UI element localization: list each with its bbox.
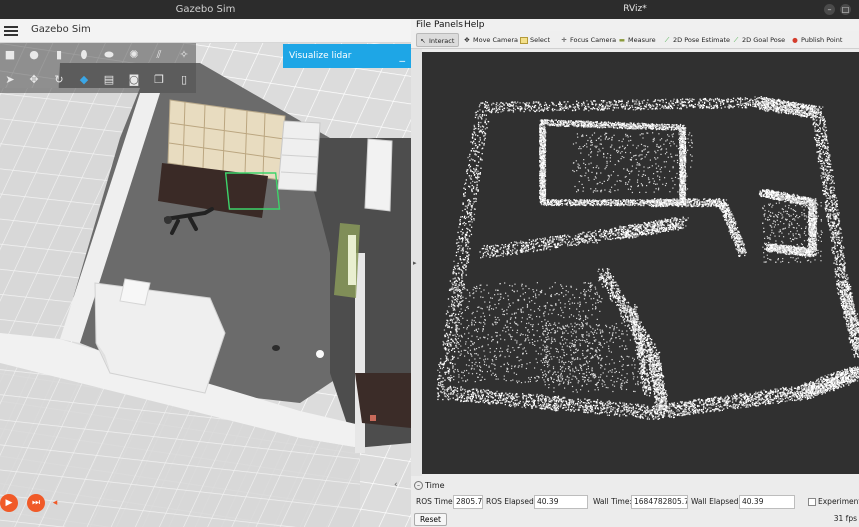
visualize-lidar-panel[interactable]: Visualize lidar _	[283, 44, 411, 68]
spot-light-icon[interactable]: ✧	[176, 47, 192, 63]
gazebo-app-title: Gazebo Sim	[31, 24, 91, 35]
experimental-label: Experimental	[818, 497, 859, 506]
tool-2d-pose-estimate[interactable]: ⟋ 2D Pose Estimate	[661, 33, 730, 47]
collapse-time-panel-icon[interactable]: –	[414, 481, 423, 490]
move-camera-icon: ✥	[464, 36, 470, 44]
directional-light-icon[interactable]: ⫽	[151, 47, 167, 63]
time-panel-header: – Time	[411, 480, 859, 492]
ros-elapsed-label: ROS Elapsed:	[486, 497, 537, 506]
minimize-window-icon[interactable]: –	[824, 4, 835, 15]
translate-icon[interactable]: ✥	[26, 72, 42, 88]
desktop: Gazebo Sim Gazebo Sim ‹ ■ ● ▮ ⬮ ⬬ ✺ ⫽ ✧ …	[0, 0, 859, 527]
tool-2d-goal-pose[interactable]: ⟋ 2D Goal Pose	[730, 33, 785, 47]
wall-elapsed-label: Wall Elapsed:	[691, 497, 742, 506]
gazebo-header: Gazebo Sim	[0, 19, 411, 43]
grid-icon[interactable]: ▤	[101, 72, 117, 88]
tool-publish-point[interactable]: ● Publish Point	[789, 33, 842, 47]
experimental-checkbox[interactable]	[808, 498, 816, 506]
publish-point-icon: ●	[792, 36, 798, 44]
tool-select[interactable]: Select	[518, 33, 550, 47]
play-icon[interactable]: ▶	[0, 494, 18, 512]
tool-move-camera[interactable]: ✥ Move Camera	[461, 33, 518, 47]
select-arrow-icon[interactable]: ➤	[2, 72, 18, 88]
time-panel-title: Time	[425, 481, 445, 490]
tool-2d-pose-estimate-label: 2D Pose Estimate	[673, 36, 731, 44]
capsule-shape-icon[interactable]: ⬮	[76, 47, 92, 63]
wall-time-field[interactable]: 1684782805.75	[631, 495, 688, 509]
hamburger-menu-icon[interactable]	[4, 24, 18, 38]
tool-publish-point-label: Publish Point	[801, 36, 843, 44]
measure-icon: ▬	[618, 36, 626, 44]
simulation-controls: ▶ ⏭ ◂	[0, 490, 80, 518]
goal-pose-icon: ⟋	[733, 36, 739, 44]
sun-light-icon[interactable]: ✺	[126, 47, 142, 63]
tool-2d-goal-pose-label: 2D Goal Pose	[742, 36, 786, 44]
wall-time-label: Wall Time:	[593, 497, 632, 506]
gazebo-3d-scene[interactable]: ‹	[0, 43, 411, 527]
tool-focus-camera-label: Focus Camera	[570, 36, 617, 44]
ros-time-field[interactable]: 2805.72	[453, 495, 483, 509]
svg-text:‹: ‹	[394, 480, 398, 490]
rotate-icon[interactable]: ↻	[51, 72, 67, 88]
pose-estimate-icon: ⟋	[664, 36, 670, 44]
paste-icon[interactable]: ▯	[176, 72, 192, 88]
expand-left-icon[interactable]: ▸	[413, 259, 417, 267]
ros-time-label: ROS Time:	[416, 497, 456, 506]
ellipsoid-shape-icon[interactable]: ⬬	[101, 47, 117, 63]
gazebo-window: Gazebo Sim Gazebo Sim ‹ ■ ● ▮ ⬮ ⬬ ✺ ⫽ ✧ …	[0, 0, 411, 527]
tool-focus-camera[interactable]: ✛ Focus Camera	[558, 33, 616, 47]
tool-select-label: Select	[530, 36, 551, 44]
screenshot-camera-icon[interactable]: ◙	[126, 72, 142, 88]
rviz-menubar: File Panels Help	[411, 19, 859, 31]
cursor-icon: ↖	[420, 37, 426, 45]
copy-icon[interactable]: ❐	[151, 72, 167, 88]
menu-file[interactable]: File	[416, 19, 431, 31]
cylinder-shape-icon[interactable]: ▮	[51, 47, 67, 63]
reset-button[interactable]: Reset	[414, 513, 447, 526]
expand-controls-icon[interactable]: ◂	[52, 494, 58, 512]
maximize-window-icon[interactable]: □	[840, 4, 851, 15]
rviz-toolbar: ↖ Interact ✥ Move Camera Select ✛ Focus Cam…	[411, 31, 859, 49]
gazebo-window-title: Gazebo Sim	[0, 0, 411, 19]
step-forward-icon[interactable]: ⏭	[27, 494, 45, 512]
tool-measure[interactable]: ▬ Measure	[616, 33, 656, 47]
select-icon	[520, 36, 528, 44]
tool-interact-label: Interact	[429, 37, 455, 45]
sphere-shape-icon[interactable]: ●	[26, 47, 42, 63]
menu-panels[interactable]: Panels	[434, 19, 463, 31]
gazebo-toolbar: ■ ● ▮ ⬮ ⬬ ✺ ⫽ ✧ ➤ ✥ ↻ ◆ ▤ ◙ ❐ ▯	[0, 43, 196, 93]
tool-interact[interactable]: ↖ Interact	[416, 33, 459, 47]
minimize-panel-icon[interactable]: _	[400, 44, 406, 68]
tool-move-camera-label: Move Camera	[473, 36, 519, 44]
wall-elapsed-field[interactable]: 40.39	[739, 495, 795, 509]
rviz-3d-view[interactable]	[422, 52, 859, 474]
rviz-window: RViz* – □ File Panels Help ↖ Interact ✥ Mo…	[411, 0, 859, 527]
ros-elapsed-field[interactable]: 40.39	[534, 495, 588, 509]
box-shape-icon[interactable]: ■	[2, 47, 18, 63]
visualize-lidar-title: Visualize lidar	[289, 51, 352, 61]
focus-camera-icon: ✛	[561, 36, 567, 44]
menu-help[interactable]: Help	[464, 19, 485, 31]
fps-counter: 31 fps	[833, 514, 857, 523]
panel-splitter[interactable]: ▸	[411, 49, 422, 476]
rviz-window-title: RViz*	[411, 0, 859, 19]
time-panel-fields: ROS Time: 2805.72 ROS Elapsed: 40.39 Wal…	[411, 495, 859, 509]
tool-measure-label: Measure	[628, 36, 656, 44]
snap-icon[interactable]: ◆	[76, 72, 92, 88]
